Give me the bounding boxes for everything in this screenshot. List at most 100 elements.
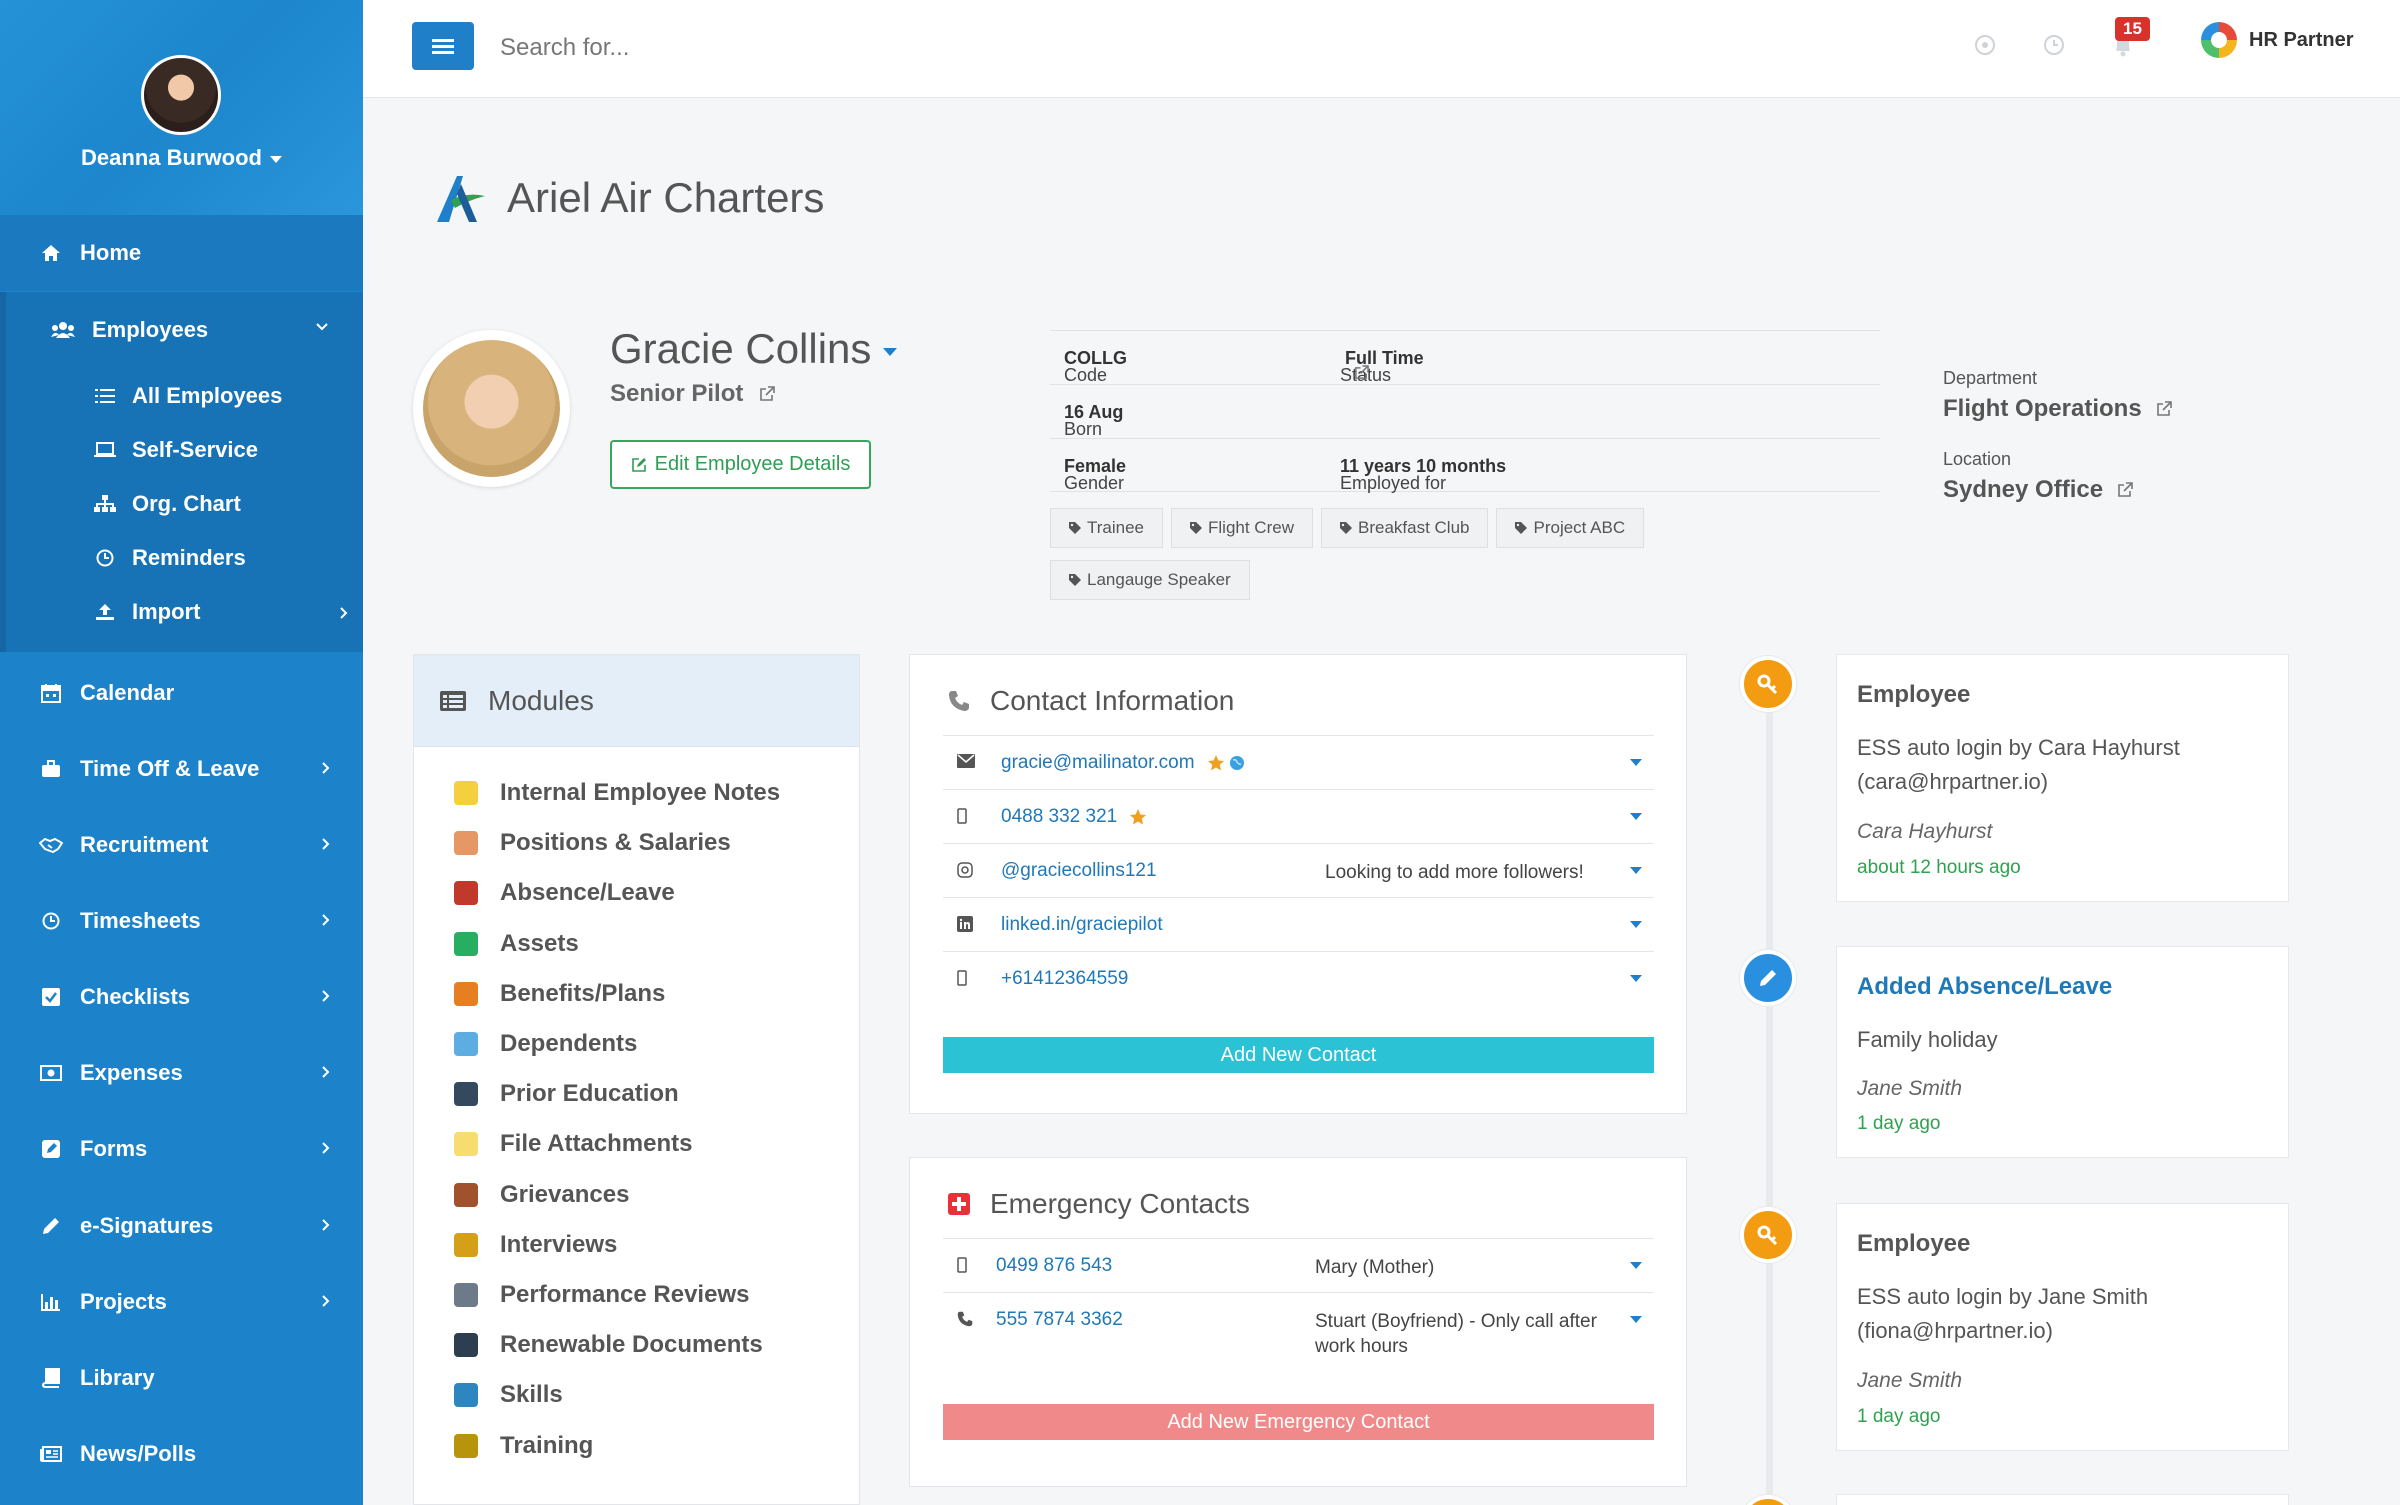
module-item[interactable]: Dependents <box>454 1024 637 1064</box>
status-field[interactable]: Status Full Time <box>1340 348 1424 385</box>
contact-value[interactable]: 0488 332 321 <box>1001 806 1117 828</box>
entry-author: Jane Smith <box>1857 1369 1963 1392</box>
employee-photo[interactable] <box>413 330 570 487</box>
tag-chip[interactable]: Langauge Speaker <box>1050 560 1250 600</box>
sidebar-item-calendar[interactable]: Calendar <box>0 655 363 731</box>
settings-icon[interactable] <box>1974 34 1996 56</box>
emergency-value[interactable]: 555 7874 3362 <box>996 1309 1123 1331</box>
sidebar-item-projects[interactable]: Projects <box>0 1264 363 1340</box>
sidebar-item-all-employees[interactable]: All Employees <box>6 370 363 422</box>
user-avatar[interactable] <box>141 55 221 135</box>
hamburger-menu-button[interactable] <box>412 22 474 70</box>
clock-icon[interactable] <box>2043 34 2065 56</box>
contact-row[interactable]: +61412364559 <box>943 951 1654 1005</box>
add-new-contact-button[interactable]: Add New Contact <box>943 1037 1654 1073</box>
sidebar-item-recruitment[interactable]: Recruitment <box>0 807 363 883</box>
edit-employee-details-button[interactable]: Edit Employee Details <box>610 440 871 489</box>
module-item[interactable]: Skills <box>454 1375 563 1415</box>
department-label: Department <box>1943 368 2038 388</box>
dropdown-caret-icon[interactable] <box>1630 1316 1642 1323</box>
contact-value[interactable]: +61412364559 <box>1001 968 1128 990</box>
contact-row[interactable]: @graciecollins121 Looking to add more fo… <box>943 843 1654 897</box>
employee-name-menu[interactable]: Gracie Collins <box>610 325 898 373</box>
module-icon <box>454 781 478 805</box>
department-link[interactable]: Flight Operations <box>1943 395 2172 423</box>
sidebar-label: e-Signatures <box>80 1213 214 1238</box>
notification-count-badge[interactable]: 15 <box>2115 17 2150 41</box>
sidebar-item-self-service[interactable]: Self-Service <box>6 424 363 476</box>
location-link[interactable]: Sydney Office <box>1943 476 2172 504</box>
tag-chip[interactable]: Project ABC <box>1496 508 1645 548</box>
dropdown-caret-icon[interactable] <box>1630 975 1642 982</box>
dropdown-caret-icon[interactable] <box>1630 759 1642 766</box>
timeline-marker <box>1740 950 1796 1006</box>
module-item[interactable]: File Attachments <box>454 1124 692 1164</box>
sidebar-label: Library <box>80 1365 155 1390</box>
module-item[interactable]: Interviews <box>454 1225 617 1265</box>
add-new-emergency-contact-button[interactable]: Add New Emergency Contact <box>943 1404 1654 1440</box>
department-value: Flight Operations <box>1943 395 2142 422</box>
emergency-row[interactable]: 555 7874 3362 Stuart (Boyfriend) - Only … <box>943 1292 1654 1372</box>
contact-value[interactable]: gracie@mailinator.com <box>1001 752 1195 774</box>
search-input[interactable] <box>500 28 1100 68</box>
info-row: Born 16 Aug <box>1050 384 1880 439</box>
suitcase-icon <box>36 760 66 778</box>
user-menu[interactable]: Deanna Burwood <box>0 145 363 171</box>
dropdown-caret-icon[interactable] <box>1630 813 1642 820</box>
pencil-icon <box>1760 970 1776 986</box>
tag-chip[interactable]: Flight Crew <box>1171 508 1313 548</box>
dropdown-caret-icon[interactable] <box>1630 1262 1642 1269</box>
sidebar-item-timesheets[interactable]: Timesheets <box>0 883 363 959</box>
module-item[interactable]: Training <box>454 1426 593 1466</box>
module-icon <box>454 1182 478 1207</box>
sidebar-item-employees[interactable]: Employees <box>6 292 363 368</box>
module-label: Assets <box>500 929 579 957</box>
timeline-marker <box>1740 656 1796 712</box>
sidebar-item-esignatures[interactable]: e-Signatures <box>0 1188 363 1264</box>
module-item[interactable]: Prior Education <box>454 1074 679 1114</box>
contact-row[interactable]: gracie@mailinator.com <box>943 735 1654 789</box>
sidebar-item-home[interactable]: Home <box>0 215 363 291</box>
sidebar-label: Checklists <box>80 984 191 1009</box>
sidebar-item-checklists[interactable]: Checklists <box>0 959 363 1035</box>
external-link-icon <box>1354 365 1369 380</box>
emergency-value[interactable]: 0499 876 543 <box>996 1255 1112 1277</box>
emergency-row[interactable]: 0499 876 543 Mary (Mother) <box>943 1238 1654 1292</box>
sidebar-item-forms[interactable]: Forms <box>0 1111 363 1187</box>
module-item[interactable]: Positions & Salaries <box>454 823 731 863</box>
sidebar-item-time-off[interactable]: Time Off & Leave <box>0 731 363 807</box>
sidebar-item-expenses[interactable]: Expenses <box>0 1035 363 1111</box>
sidebar-item-org-chart[interactable]: Org. Chart <box>6 478 363 530</box>
dropdown-caret-icon[interactable] <box>1630 921 1642 928</box>
tag-label: Project ABC <box>1533 518 1626 537</box>
entry-title-link[interactable]: Added Absence/Leave <box>1857 973 2112 1001</box>
sidebar-item-library[interactable]: Library <box>0 1340 363 1416</box>
sidebar-item-import[interactable]: Import <box>6 586 363 638</box>
location-value: Sydney Office <box>1943 476 2104 503</box>
employee-tags: Trainee Flight Crew Breakfast Club Project … <box>1050 508 1690 612</box>
module-label: Dependents <box>500 1030 638 1057</box>
dropdown-caret-icon[interactable] <box>1630 867 1642 874</box>
contact-row[interactable]: 0488 332 321 <box>943 789 1654 843</box>
employee-position[interactable]: Senior Pilot <box>610 380 776 408</box>
module-item[interactable]: Benefits/Plans <box>454 974 665 1014</box>
module-item[interactable]: Renewable Documents <box>454 1325 763 1365</box>
sidebar-item-reminders[interactable]: Reminders <box>6 532 363 584</box>
module-item[interactable]: Grievances <box>454 1175 629 1215</box>
module-item[interactable]: Assets <box>454 924 579 964</box>
hr-partner-brand[interactable]: HR Partner <box>2201 22 2353 58</box>
code-label: Code <box>1064 365 1108 385</box>
tag-chip[interactable]: Trainee <box>1050 508 1164 548</box>
sidebar-item-news[interactable]: News/Polls <box>0 1416 363 1492</box>
module-item[interactable]: Absence/Leave <box>454 873 675 913</box>
module-item[interactable]: Performance Reviews <box>454 1275 749 1315</box>
tag-chip[interactable]: Breakfast Club <box>1320 508 1489 548</box>
contact-value[interactable]: linked.in/graciepilot <box>1001 914 1163 936</box>
module-item[interactable]: Internal Employee Notes <box>454 773 780 813</box>
module-icon <box>454 1082 478 1107</box>
contact-row[interactable]: linked.in/graciepilot <box>943 897 1654 951</box>
contact-value[interactable]: @graciecollins121 <box>1001 860 1157 882</box>
pencil-icon <box>36 1217 66 1235</box>
key-icon <box>1757 1225 1778 1246</box>
sidebar-group-employees: Employees All Employees Self-Service Org… <box>0 292 363 652</box>
